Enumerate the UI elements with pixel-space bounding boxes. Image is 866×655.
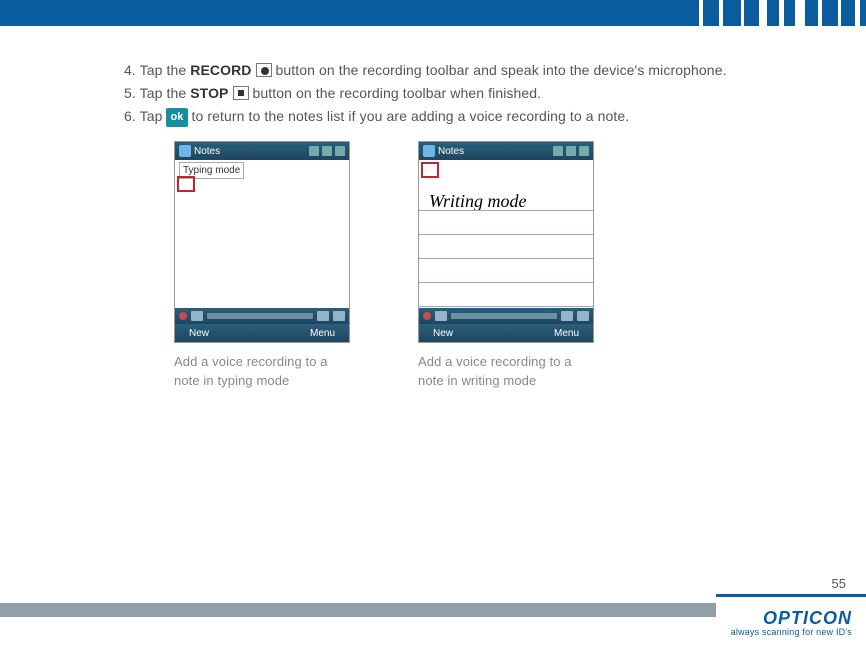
ok-button-icon [579,146,589,156]
device-screenshot-writing: Notes Writing mode [418,141,594,343]
new-softkey: New [433,326,453,341]
new-softkey: New [189,326,209,341]
figure-row: Notes Typing mode [174,141,836,391]
note-area-typing: Typing mode [175,160,349,308]
stop-button-icon [191,311,203,321]
stop-button-icon [435,311,447,321]
header-bar [0,0,866,26]
figure-typing: Notes Typing mode [174,141,354,391]
status-icons [309,146,345,156]
note-area-writing: Writing mode [419,160,593,308]
step-4: 4. Tap the RECORD button on the recordin… [124,60,836,81]
step4-pre: 4. Tap the [124,62,190,78]
next-icon [577,311,589,321]
recording-toolbar [419,308,593,324]
step5-pre: 5. Tap the [124,85,190,101]
signal-icon [553,146,563,156]
figure-writing: Notes Writing mode [418,141,598,391]
record-button-icon [179,312,187,320]
ok-button-icon [335,146,345,156]
device-titlebar: Notes [419,142,593,160]
speaker-highlight [177,176,195,192]
footer-accent [716,594,866,597]
record-icon [256,63,272,77]
stop-label: STOP [190,85,228,101]
volume-icon [322,146,332,156]
footer-bar [0,603,716,617]
device-titlebar: Notes [175,142,349,160]
menu-softkey: Menu [554,326,579,341]
step4-post: button on the recording toolbar and spea… [272,62,727,78]
app-title: Notes [438,144,550,159]
speaker-highlight [421,162,439,178]
softkey-bar: New Menu [175,324,349,342]
brand-tagline: always scanning for new ID's [731,627,852,637]
start-icon [179,145,191,157]
page-number: 55 [832,576,846,591]
caption-writing: Add a voice recording to a note in writi… [418,353,594,391]
app-title: Notes [194,144,306,159]
softkey-bar: New Menu [419,324,593,342]
instruction-text: 4. Tap the RECORD button on the recordin… [0,26,866,391]
barcode-decoration [699,0,860,26]
ok-icon: ok [166,108,187,127]
device-screenshot-typing: Notes Typing mode [174,141,350,343]
step-5: 5. Tap the STOP button on the recording … [124,83,836,104]
prev-icon [561,311,573,321]
recording-toolbar [175,308,349,324]
step-6: 6. Tap ok to return to the notes list if… [124,106,836,127]
start-icon [423,145,435,157]
signal-icon [309,146,319,156]
brand-logo: OPTICON always scanning for new ID's [731,608,852,637]
stop-icon [233,86,249,100]
slider-track [451,313,557,319]
slider-track [207,313,313,319]
step5-post: button on the recording toolbar when fin… [249,85,542,101]
step6-pre: 6. Tap [124,108,166,124]
caption-typing: Add a voice recording to a note in typin… [174,353,350,391]
record-button-icon [423,312,431,320]
prev-icon [317,311,329,321]
menu-softkey: Menu [310,326,335,341]
next-icon [333,311,345,321]
status-icons [553,146,589,156]
step6-post: to return to the notes list if you are a… [188,108,630,124]
volume-icon [566,146,576,156]
brand-name: OPTICON [731,608,852,629]
record-label: RECORD [190,62,251,78]
